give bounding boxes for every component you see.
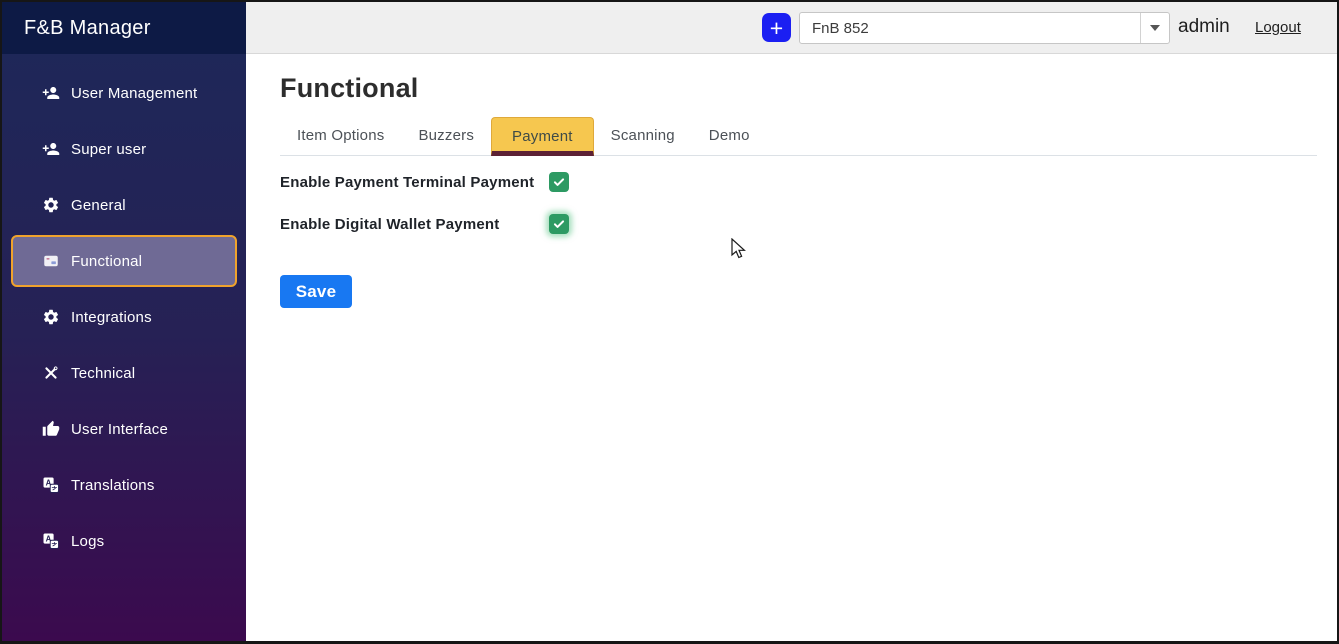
sidebar-item-label: User Management	[71, 85, 197, 102]
sidebar-item-functional[interactable]: Functional	[11, 235, 237, 287]
sidebar-item-label: Functional	[71, 253, 142, 270]
app-window: F&B Manager User Management Super user G…	[0, 0, 1339, 644]
translate-icon: A	[42, 476, 60, 494]
sidebar-item-translations[interactable]: A Translations	[2, 457, 246, 513]
translate-icon: A	[42, 532, 60, 550]
sidebar-item-label: Technical	[71, 365, 135, 382]
topbar: + FnB 852 admin Logout	[246, 2, 1337, 54]
setting-label: Enable Payment Terminal Payment	[280, 174, 534, 191]
person-add-icon	[42, 84, 60, 102]
sidebar-item-logs[interactable]: A Logs	[2, 513, 246, 569]
select-dropdown-button[interactable]	[1140, 13, 1169, 43]
terminal-payment-checkbox[interactable]	[549, 172, 569, 192]
sidebar-item-general[interactable]: General	[2, 177, 246, 233]
app-title: F&B Manager	[2, 2, 246, 54]
setting-row-terminal-payment: Enable Payment Terminal Payment	[280, 172, 1337, 193]
sidebar-item-label: General	[71, 197, 126, 214]
tab-item-options[interactable]: Item Options	[280, 117, 401, 155]
sidebar-nav: User Management Super user General Funct…	[2, 54, 246, 569]
add-button[interactable]: +	[762, 13, 791, 42]
venue-select[interactable]: FnB 852	[799, 12, 1170, 44]
sidebar: F&B Manager User Management Super user G…	[2, 2, 246, 641]
tab-payment[interactable]: Payment	[491, 117, 594, 156]
sidebar-item-label: Translations	[71, 477, 155, 494]
logout-link[interactable]: Logout	[1255, 19, 1301, 36]
sidebar-item-super-user[interactable]: Super user	[2, 121, 246, 177]
chevron-down-icon	[1150, 25, 1160, 31]
person-add-icon	[42, 140, 60, 158]
settings-panel: Enable Payment Terminal Payment Enable D…	[280, 172, 1337, 235]
gear-icon	[42, 196, 60, 214]
save-button[interactable]: Save	[280, 275, 352, 308]
sidebar-item-technical[interactable]: Technical	[2, 345, 246, 401]
sidebar-item-integrations[interactable]: Integrations	[2, 289, 246, 345]
setting-row-digital-wallet: Enable Digital Wallet Payment	[280, 214, 1337, 235]
gear-icon	[42, 308, 60, 326]
sidebar-item-label: Super user	[71, 141, 146, 158]
username-label: admin	[1178, 16, 1230, 38]
sidebar-item-label: Logs	[71, 533, 104, 550]
digital-wallet-checkbox[interactable]	[549, 214, 569, 234]
tab-bar: Item Options Buzzers Payment Scanning De…	[280, 117, 1317, 156]
venue-select-value: FnB 852	[800, 20, 869, 37]
thumb-up-icon	[42, 420, 60, 438]
tab-buzzers[interactable]: Buzzers	[401, 117, 491, 155]
page-title: Functional	[280, 73, 1337, 104]
card-icon	[42, 252, 60, 270]
sidebar-item-user-interface[interactable]: User Interface	[2, 401, 246, 457]
main-content: Functional Item Options Buzzers Payment …	[246, 55, 1337, 641]
tab-demo[interactable]: Demo	[692, 117, 767, 155]
sidebar-item-user-management[interactable]: User Management	[2, 65, 246, 121]
setting-label: Enable Digital Wallet Payment	[280, 216, 499, 233]
tab-scanning[interactable]: Scanning	[594, 117, 692, 155]
tools-icon	[42, 364, 60, 382]
sidebar-item-label: Integrations	[71, 309, 152, 326]
sidebar-item-label: User Interface	[71, 421, 168, 438]
